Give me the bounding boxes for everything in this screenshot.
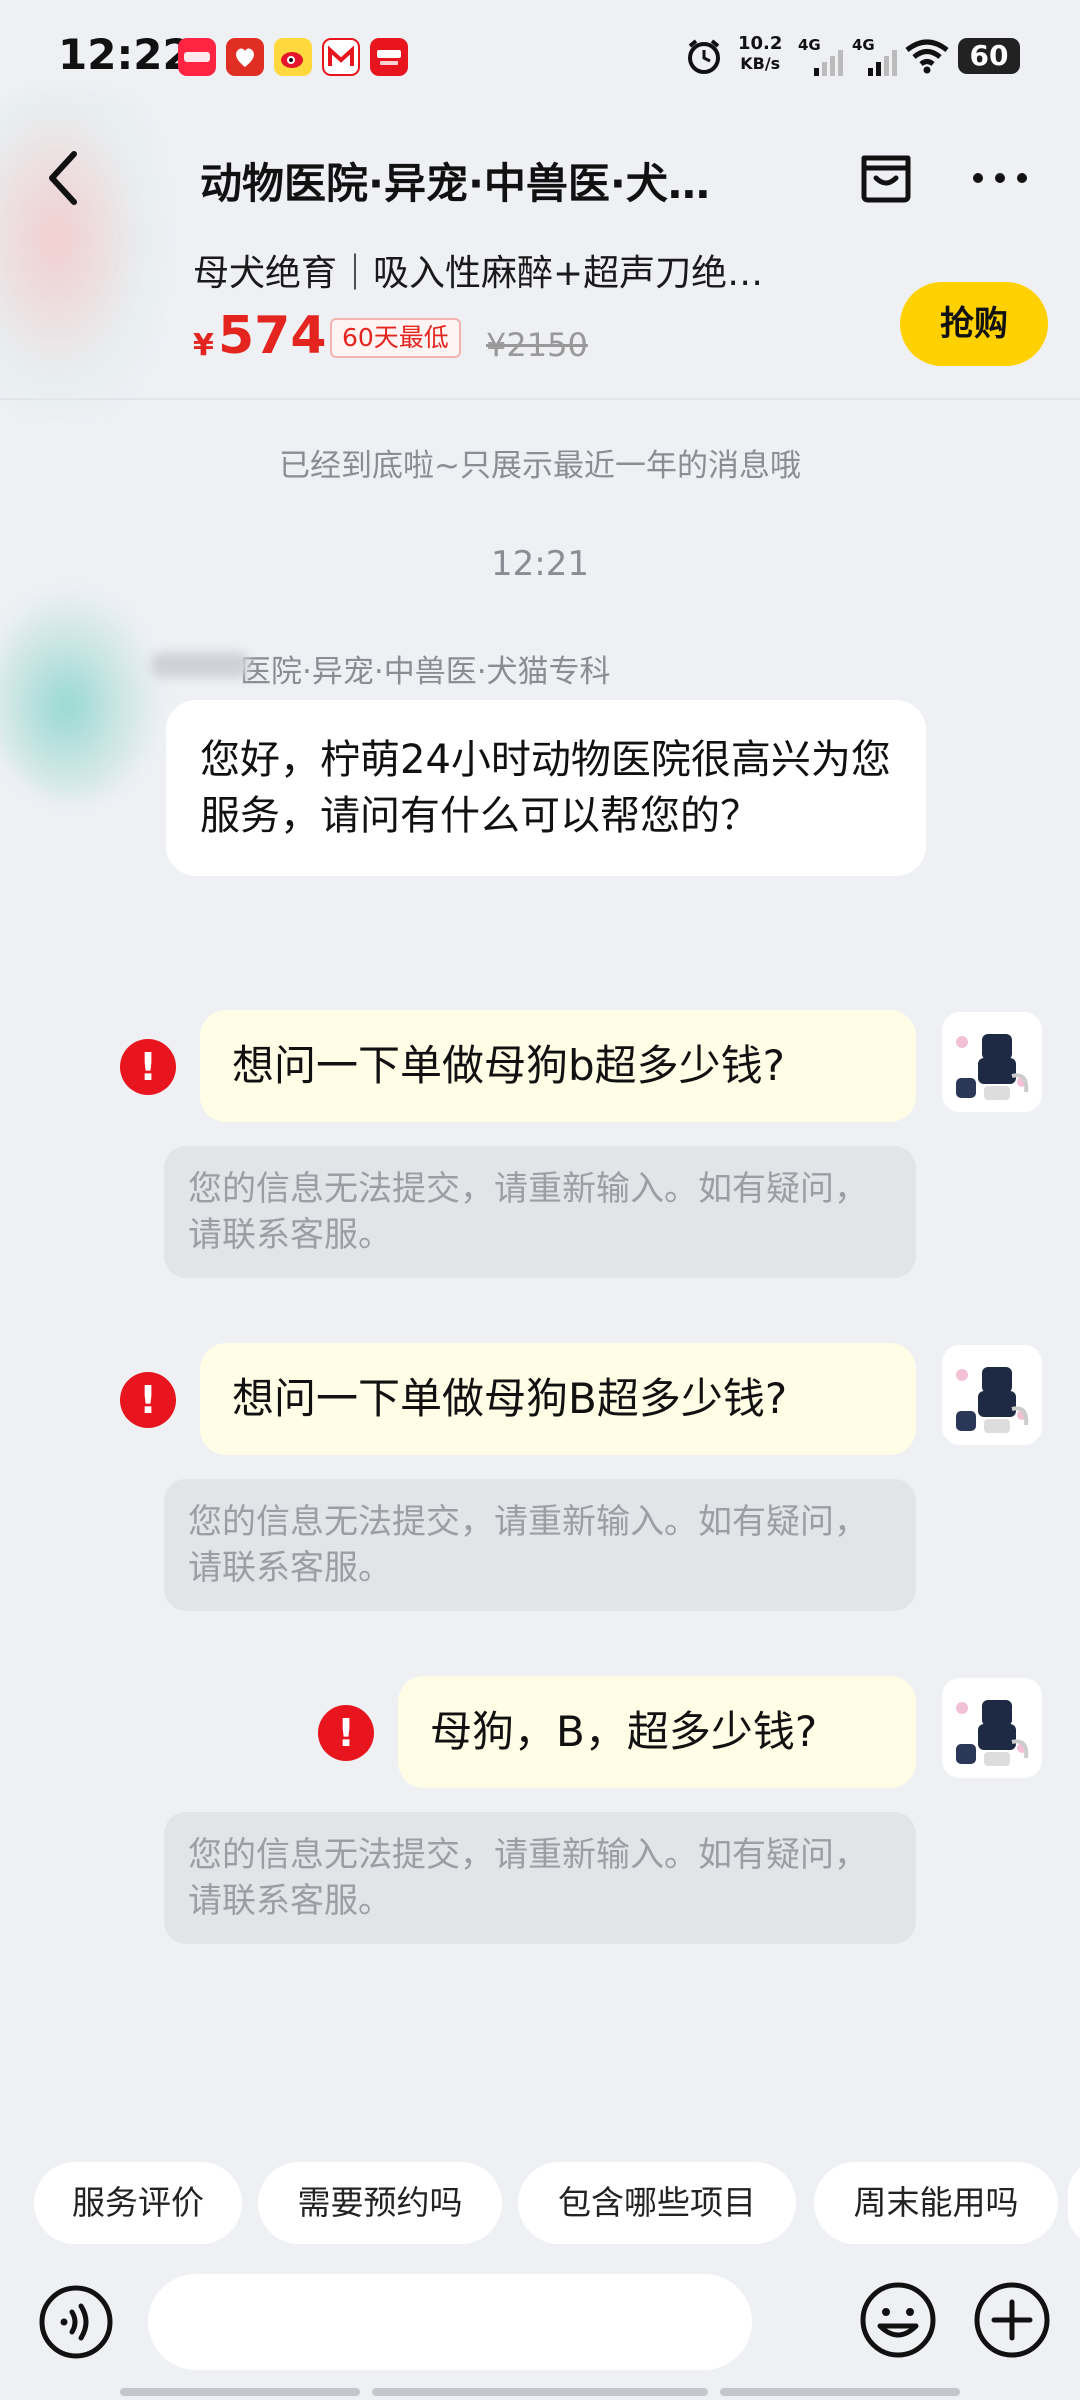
network-speed-value: 10.2 <box>738 33 783 54</box>
signal-1-icon: 4G <box>798 36 844 76</box>
baike-icon <box>370 38 408 76</box>
xiaohongshu-icon <box>178 38 216 76</box>
user-avatar[interactable] <box>942 1345 1042 1445</box>
back-icon[interactable] <box>44 148 84 208</box>
home-indicator <box>720 2388 960 2396</box>
submit-failed-notice: 您的信息无法提交，请重新输入。如有疑问，请联系客服。 <box>164 1479 916 1611</box>
quick-reply-chip[interactable]: 服务评价 <box>34 2162 242 2244</box>
quick-reply-chip[interactable]: 周末能用吗 <box>814 2162 1058 2244</box>
submit-failed-notice: 您的信息无法提交，请重新输入。如有疑问，请联系客服。 <box>164 1812 916 1944</box>
quick-reply-chip[interactable]: 需要预约吗 <box>258 2162 502 2244</box>
lowest-price-badge: 60天最低 <box>330 318 461 358</box>
wifi-icon <box>904 38 950 74</box>
quick-reply-chip[interactable]: 包含哪些项目 <box>518 2162 796 2244</box>
store-icon[interactable] <box>858 148 914 204</box>
status-bar: 12:22 10.2 KB/s 4G 4G 60 <box>0 0 1080 110</box>
meituan-icon <box>322 38 360 76</box>
submit-failed-notice: 您的信息无法提交，请重新输入。如有疑问，请联系客服。 <box>164 1146 916 1278</box>
home-indicator <box>120 2388 360 2396</box>
more-icon[interactable] <box>970 168 1030 188</box>
sender-name: 医院·异宠·中兽医·犬猫专科 <box>240 646 611 691</box>
shop-title[interactable]: 动物医院·异宠·中兽医·犬… <box>200 150 840 211</box>
product-name[interactable]: 母犬绝育｜吸入性麻醉+超声刀绝… <box>193 244 853 296</box>
shop-message-bubble[interactable]: 您好，柠萌24小时动物医院很高兴为您服务，请问有什么可以帮您的？ <box>166 700 926 876</box>
user-message-bubble[interactable]: 母狗，B，超多少钱? <box>398 1676 916 1788</box>
send-failed-icon[interactable]: ! <box>318 1705 374 1761</box>
alarm-icon <box>684 36 724 76</box>
battery-indicator: 60 <box>958 38 1020 74</box>
home-indicator <box>372 2388 708 2396</box>
original-price: ¥2150 <box>486 326 588 364</box>
header-divider <box>0 398 1080 400</box>
network-speed-unit: KB/s <box>740 54 781 73</box>
network-speed: 10.2 KB/s <box>738 34 782 74</box>
signal-2-icon: 4G <box>852 36 898 76</box>
user-message-bubble[interactable]: 想问一下单做母狗B超多少钱? <box>200 1343 916 1455</box>
emoji-icon[interactable] <box>858 2280 938 2360</box>
weibo-icon <box>274 38 312 76</box>
send-failed-icon[interactable]: ! <box>120 1372 176 1428</box>
more-actions-icon[interactable] <box>972 2280 1052 2360</box>
product-price: 574 <box>218 306 327 366</box>
user-avatar[interactable] <box>942 1678 1042 1778</box>
pinduoduo-icon <box>226 38 264 76</box>
status-time: 12:22 <box>58 30 192 79</box>
history-notice: 已经到底啦~只展示最近一年的消息哦 <box>279 448 801 484</box>
shop-avatar[interactable] <box>0 590 160 800</box>
send-failed-icon[interactable]: ! <box>120 1039 176 1095</box>
price-currency: ¥ <box>193 328 214 363</box>
user-message-bubble[interactable]: 想问一下单做母狗b超多少钱? <box>200 1010 916 1122</box>
product-thumbnail[interactable] <box>0 90 170 420</box>
buy-button[interactable]: 抢购 <box>900 282 1048 366</box>
message-timestamp: 12:21 <box>491 544 589 584</box>
message-input[interactable] <box>148 2274 752 2370</box>
user-avatar[interactable] <box>942 1012 1042 1112</box>
voice-input-icon[interactable] <box>38 2284 114 2360</box>
quick-reply-chip-overflow[interactable] <box>1068 2162 1080 2244</box>
